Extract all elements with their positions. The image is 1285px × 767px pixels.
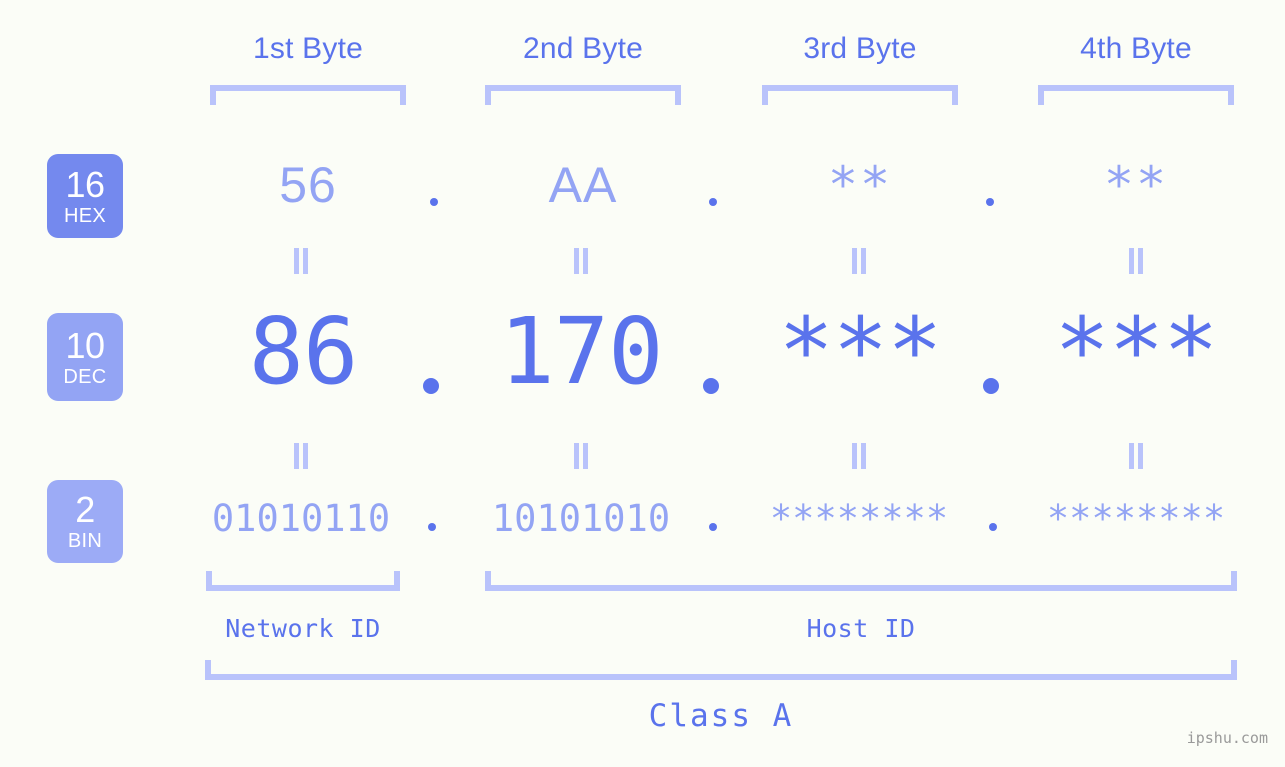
base-badge-bin-name: BIN bbox=[67, 530, 103, 552]
byte-bracket-top-1 bbox=[210, 85, 406, 105]
ip-address-breakdown-diagram: 1st Byte 2nd Byte 3rd Byte 4th Byte 16 H… bbox=[0, 0, 1285, 767]
byte-header-4: 4th Byte bbox=[1080, 32, 1192, 65]
network-id-label: Network ID bbox=[225, 614, 381, 643]
host-id-label: Host ID bbox=[806, 614, 916, 643]
dec-byte-1: 86 bbox=[248, 298, 359, 405]
byte-bracket-top-4 bbox=[1038, 85, 1234, 105]
equals-mark-dec-bin-2 bbox=[573, 443, 589, 469]
dec-byte-4: *** bbox=[1054, 298, 1218, 405]
base-badge-hex[interactable]: 16 HEX bbox=[47, 154, 123, 238]
hex-byte-2: AA bbox=[548, 157, 618, 213]
byte-header-2: 2nd Byte bbox=[522, 32, 644, 65]
hex-separator-dot-1 bbox=[430, 198, 438, 206]
bin-separator-dot-1 bbox=[428, 523, 436, 531]
bin-byte-4: ******** bbox=[1046, 497, 1226, 540]
equals-mark-dec-bin-1 bbox=[293, 443, 309, 469]
dec-separator-dot-1 bbox=[423, 378, 439, 394]
class-label: Class A bbox=[648, 698, 794, 734]
base-badge-bin-number: 2 bbox=[75, 489, 95, 530]
bin-byte-2: 10101010 bbox=[491, 497, 671, 540]
base-badge-hex-number: 16 bbox=[65, 163, 105, 205]
byte-bracket-top-3 bbox=[762, 85, 958, 105]
equals-mark-dec-bin-3 bbox=[851, 443, 867, 469]
network-id-bracket bbox=[206, 571, 400, 591]
base-badge-dec-name: DEC bbox=[63, 365, 107, 388]
bin-separator-dot-3 bbox=[989, 523, 997, 531]
byte-header-3: 3rd Byte bbox=[803, 32, 917, 65]
bin-byte-1: 01010110 bbox=[211, 497, 391, 540]
dec-separator-dot-2 bbox=[703, 378, 719, 394]
bin-separator-dot-2 bbox=[709, 523, 717, 531]
equals-mark-hex-dec-2 bbox=[573, 248, 589, 274]
dec-byte-2: 170 bbox=[499, 298, 663, 405]
equals-mark-dec-bin-4 bbox=[1128, 443, 1144, 469]
base-badge-dec-number: 10 bbox=[65, 324, 105, 366]
dec-separator-dot-3 bbox=[983, 378, 999, 394]
hex-byte-3: ** bbox=[827, 156, 893, 214]
equals-mark-hex-dec-3 bbox=[851, 248, 867, 274]
hex-separator-dot-2 bbox=[709, 198, 717, 206]
watermark: ipshu.com bbox=[1186, 729, 1268, 747]
class-bracket bbox=[205, 660, 1237, 680]
hex-separator-dot-3 bbox=[986, 198, 994, 206]
hex-byte-4: ** bbox=[1103, 156, 1169, 214]
base-badge-dec[interactable]: 10 DEC bbox=[47, 313, 123, 401]
byte-header-1: 1st Byte bbox=[253, 32, 363, 65]
base-badge-bin[interactable]: 2 BIN bbox=[47, 480, 123, 563]
dec-byte-3: *** bbox=[778, 298, 942, 405]
equals-mark-hex-dec-1 bbox=[293, 248, 309, 274]
equals-mark-hex-dec-4 bbox=[1128, 248, 1144, 274]
hex-byte-1: 56 bbox=[279, 157, 337, 213]
byte-bracket-top-2 bbox=[485, 85, 681, 105]
host-id-bracket bbox=[485, 571, 1237, 591]
bin-byte-3: ******** bbox=[769, 497, 949, 540]
base-badge-hex-name: HEX bbox=[63, 204, 107, 227]
